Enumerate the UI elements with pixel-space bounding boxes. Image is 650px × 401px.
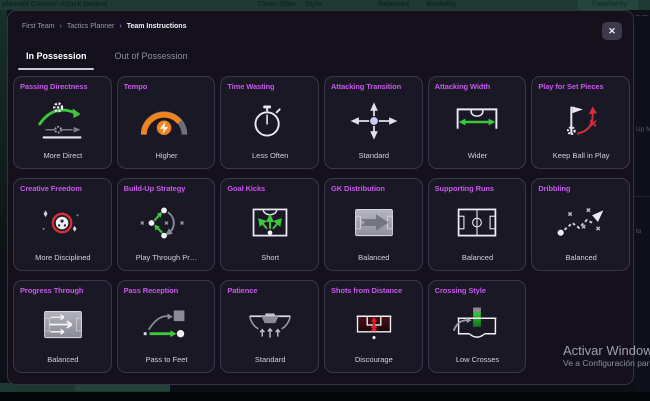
card-title: Play for Set Pieces [538,82,624,91]
card-title: Passing Directness [20,82,106,91]
card-value: Standard [331,151,417,162]
background-top-strip: planned Counter-Attack tactical Clean Sl… [0,0,650,10]
pass-reception-icon [124,295,210,355]
shot-goal-icon [331,295,417,355]
team-instructions-dialog: First Team › Tactics Planner › Team Instruct… [7,10,634,385]
card-progress-through[interactable]: Progress Through [13,280,112,373]
card-value: Wider [435,151,521,162]
ball-ring-icon [20,193,106,253]
card-value: Less Often [227,151,313,162]
background-text-fragment: to [636,228,641,235]
tab-in-possession[interactable]: In Possession [26,51,87,61]
transition-arrows-icon [331,91,417,151]
breadcrumb: First Team › Tactics Planner › Team Instruct… [22,23,186,30]
card-title: Tempo [124,82,210,91]
card-value: Standard [227,355,313,366]
card-title: Dribbling [538,184,624,193]
card-attacking-transition[interactable]: Attacking Transition Standard [324,76,423,169]
background-text-fragment: Clean Slate [258,1,296,8]
card-value: Higher [124,151,210,162]
tempo-gauge-icon [124,91,210,151]
pitch-icon [435,193,521,253]
card-title: Build-Up Strategy [124,184,210,193]
card-goal-kicks[interactable]: Goal Kicks Short [220,178,319,271]
card-creative-freedom[interactable]: Creative Freedom More Disciplined [13,178,112,271]
chevron-separator-icon: › [119,23,121,30]
card-value: Keep Ball in Play [538,151,624,162]
background-text-fragment: – –– [636,12,649,19]
card-build-up-strategy[interactable]: Build-Up Strategy Play Through [117,178,216,271]
card-time-wasting[interactable]: Time Wasting Less Often [220,76,319,169]
breadcrumb-first-team[interactable]: First Team [22,23,55,30]
background-text-fragment: Familiarity [592,1,627,8]
corner-flag-icon [538,91,624,151]
close-button[interactable]: ✕ [602,22,622,40]
card-title: Supporting Runs [435,184,521,193]
card-patience[interactable]: Patience Standard [220,280,319,373]
card-passing-directness[interactable]: Passing Directness More Direct [13,76,112,169]
card-title: Pass Reception [124,286,210,295]
stopwatch-icon [227,91,313,151]
build-up-icon [124,193,210,253]
card-title: Crossing Style [435,286,521,295]
goal-width-icon [435,91,521,151]
card-attacking-width[interactable]: Attacking Width Wider [428,76,527,169]
background-text-fragment: Mentality [426,1,456,8]
background-left-strip [0,10,7,385]
background-text-fragment: Style [305,1,322,8]
card-value: Low Crosses [435,355,521,366]
card-title: Patience [227,286,313,295]
card-value: Balanced [435,253,521,264]
card-play-for-set-pieces[interactable]: Play for Set Pieces Keep Ball in Play [531,76,630,169]
card-value: Balanced [20,355,106,366]
close-icon: ✕ [608,26,616,37]
card-pass-reception[interactable]: Pass Reception Pass to Feet [117,280,216,373]
card-shots-from-distance[interactable]: Shots from Distance [324,280,423,373]
progress-arrows-icon [20,295,106,355]
card-value: More Disciplined [20,253,106,264]
card-value: More Direct [20,151,106,162]
card-title: Goal Kicks [227,184,313,193]
background-text-fragment: Balanced [378,1,409,8]
card-supporting-runs[interactable]: Supporting Runs Balanced [428,178,527,271]
active-tab-underline [18,68,94,70]
card-value: Discourage [331,355,417,366]
card-title: Shots from Distance [331,286,417,295]
card-crossing-style[interactable]: Crossing Style Low Cro [428,280,527,373]
card-title: GK Distribution [331,184,417,193]
gk-distribution-icon [331,193,417,253]
background-bottom-panel-inner [75,384,170,391]
card-value: Play Through Pr… [124,253,210,264]
background-divider [634,196,650,197]
card-gk-distribution[interactable]: GK Distribution Balanced [324,178,423,271]
background-bottom-bar [0,392,650,401]
card-title: Attacking Width [435,82,521,91]
breadcrumb-tactics-planner[interactable]: Tactics Planner [67,23,114,30]
possession-tabs: In Possession Out of Possession [26,51,188,61]
breadcrumb-team-instructions: Team Instructions [127,23,187,30]
card-value: Balanced [538,253,624,264]
chevron-separator-icon: › [60,23,62,30]
goal-kick-icon [227,193,313,253]
card-dribbling[interactable]: Dribbling Balanced [531,178,630,271]
background-text-fragment: planned Counter-Attack tactical [2,1,107,8]
background-right-strip: – –– Up Mor to [634,10,650,401]
card-title: Progress Through [20,286,106,295]
cross-goal-icon [435,295,521,355]
card-value: Short [227,253,313,264]
card-title: Attacking Transition [331,82,417,91]
dribble-path-icon [538,193,624,253]
card-tempo[interactable]: Tempo Higher [117,76,216,169]
card-title: Time Wasting [227,82,313,91]
card-title: Creative Freedom [20,184,106,193]
card-value: Pass to Feet [124,355,210,366]
patience-icon [227,295,313,355]
tab-out-of-possession[interactable]: Out of Possession [115,51,188,61]
passing-directness-icon [20,91,106,151]
instructions-grid: Passing Directness More Direct Tempo [13,76,630,373]
card-value: Balanced [331,253,417,264]
background-text-fragment: Up Mor [636,126,650,133]
